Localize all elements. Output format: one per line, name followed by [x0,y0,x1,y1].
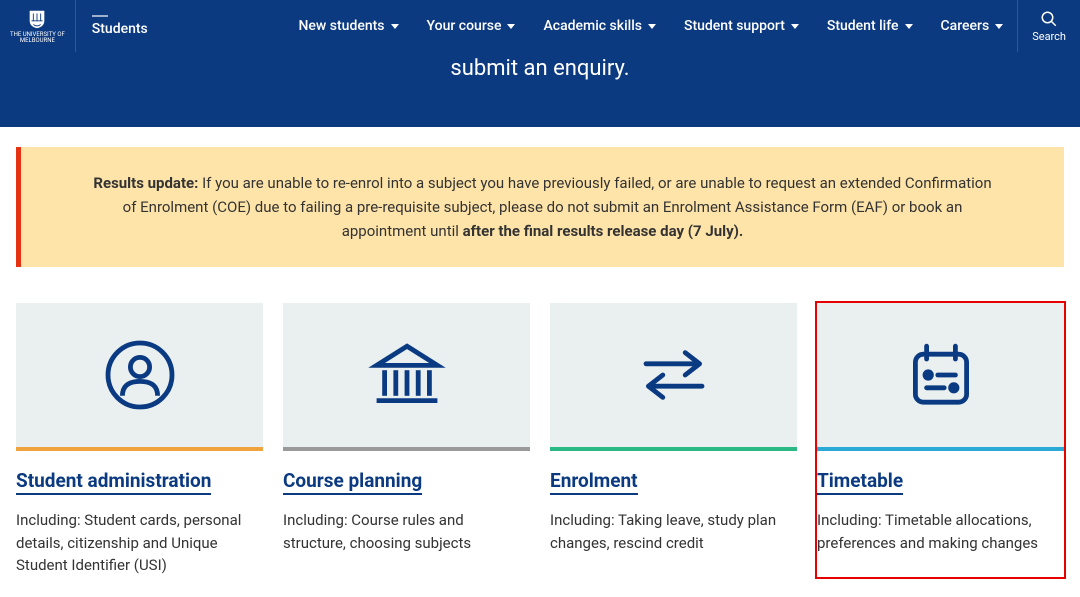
search-label: Search [1032,30,1066,43]
logo-crest-icon [26,8,48,30]
nav-item-student-support[interactable]: Student support [670,0,813,52]
card-icon-area [817,303,1064,451]
nav-item-student-life[interactable]: Student life [813,0,927,52]
results-update-alert: Results update: If you are unable to re-… [16,147,1064,267]
search-icon [1040,10,1058,28]
card-title-link[interactable]: Timetable [817,469,903,495]
nav-item-label: Your course [427,18,502,34]
logo-text: THE UNIVERSITY OF MELBOURNE [10,32,65,44]
nav-item-label: Student life [827,18,899,34]
topic-cards: Student administration Including: Studen… [0,287,1080,597]
chevron-down-icon [391,24,399,29]
students-label: Students [92,21,148,37]
top-nav: THE UNIVERSITY OF MELBOURNE Students New… [0,0,1080,52]
card-student-administration[interactable]: Student administration Including: Studen… [16,303,263,577]
card-description: Including: Student cards, personal detai… [16,509,263,577]
card-description: Including: Taking leave, study plan chan… [550,509,797,554]
card-title-link[interactable]: Course planning [283,469,422,495]
chevron-down-icon [905,24,913,29]
card-icon-area [550,303,797,451]
search-button[interactable]: Search [1017,0,1080,52]
nav-item-careers[interactable]: Careers [927,0,1018,52]
chevron-down-icon [507,24,515,29]
card-icon-area [16,303,263,451]
card-icon-area [283,303,530,451]
students-link[interactable]: Students [76,0,164,52]
arrows-icon [634,335,714,415]
hero-banner: submit an enquiry. [0,52,1080,127]
chevron-down-icon [791,24,799,29]
nav-item-label: New students [299,18,385,34]
card-course-planning[interactable]: Course planning Including: Course rules … [283,303,530,577]
card-enrolment[interactable]: Enrolment Including: Taking leave, study… [550,303,797,577]
bank-icon [367,335,447,415]
nav-item-your-course[interactable]: Your course [413,0,530,52]
nav-item-label: Student support [684,18,785,34]
card-title-link[interactable]: Student administration [16,469,211,495]
nav-item-label: Careers [941,18,990,34]
card-description: Including: Course rules and structure, c… [283,509,530,554]
calendar-icon [901,335,981,415]
person-icon [100,335,180,415]
nav-item-new-students[interactable]: New students [285,0,413,52]
alert-lead: Results update: [93,174,198,192]
alert-tail: after the final results release day (7 J… [463,222,744,240]
nav-item-label: Academic skills [543,18,642,34]
chevron-down-icon [995,24,1003,29]
dash-icon [92,15,108,17]
chevron-down-icon [648,24,656,29]
primary-nav: New students Your course Academic skills… [285,0,1080,52]
nav-item-academic-skills[interactable]: Academic skills [529,0,670,52]
card-timetable[interactable]: Timetable Including: Timetable allocatio… [817,303,1064,577]
logo[interactable]: THE UNIVERSITY OF MELBOURNE [0,0,76,52]
card-description: Including: Timetable allocations, prefer… [817,509,1064,554]
card-title-link[interactable]: Enrolment [550,469,638,495]
hero-text: submit an enquiry. [450,56,629,81]
